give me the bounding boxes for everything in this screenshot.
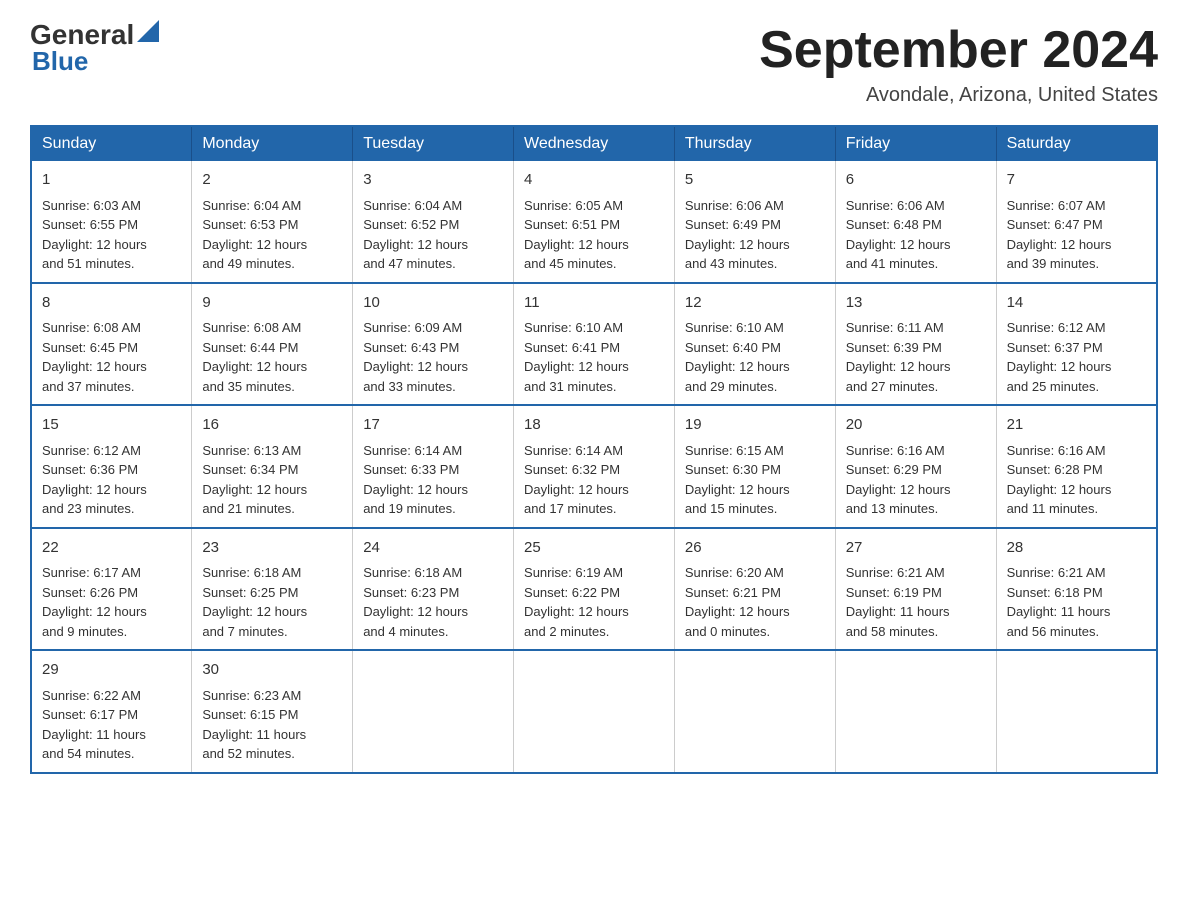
day-number: 23 <box>202 537 342 560</box>
day-number: 17 <box>363 414 503 437</box>
calendar-cell: 9 Sunrise: 6:08 AM Sunset: 6:44 PM Dayli… <box>192 283 353 406</box>
day-header-saturday: Saturday <box>996 126 1157 161</box>
day-number: 13 <box>846 292 986 315</box>
page-header: General Blue September 2024 Avondale, Ar… <box>30 20 1158 107</box>
logo-triangle-icon <box>137 20 159 42</box>
calendar-cell: 28 Sunrise: 6:21 AM Sunset: 6:18 PM Dayl… <box>996 528 1157 651</box>
calendar-cell: 2 Sunrise: 6:04 AM Sunset: 6:53 PM Dayli… <box>192 161 353 283</box>
day-number: 22 <box>42 537 181 560</box>
day-number: 29 <box>42 659 181 682</box>
calendar-cell: 30 Sunrise: 6:23 AM Sunset: 6:15 PM Dayl… <box>192 650 353 773</box>
day-number: 9 <box>202 292 342 315</box>
calendar-week-row: 22 Sunrise: 6:17 AM Sunset: 6:26 PM Dayl… <box>31 528 1157 651</box>
calendar-week-row: 1 Sunrise: 6:03 AM Sunset: 6:55 PM Dayli… <box>31 161 1157 283</box>
calendar-cell: 8 Sunrise: 6:08 AM Sunset: 6:45 PM Dayli… <box>31 283 192 406</box>
day-header-tuesday: Tuesday <box>353 126 514 161</box>
day-number: 16 <box>202 414 342 437</box>
day-header-sunday: Sunday <box>31 126 192 161</box>
day-number: 21 <box>1007 414 1146 437</box>
calendar-cell: 27 Sunrise: 6:21 AM Sunset: 6:19 PM Dayl… <box>835 528 996 651</box>
calendar-cell: 20 Sunrise: 6:16 AM Sunset: 6:29 PM Dayl… <box>835 405 996 528</box>
day-number: 8 <box>42 292 181 315</box>
calendar-cell: 24 Sunrise: 6:18 AM Sunset: 6:23 PM Dayl… <box>353 528 514 651</box>
calendar-cell: 25 Sunrise: 6:19 AM Sunset: 6:22 PM Dayl… <box>514 528 675 651</box>
calendar-cell: 4 Sunrise: 6:05 AM Sunset: 6:51 PM Dayli… <box>514 161 675 283</box>
calendar-header-row: SundayMondayTuesdayWednesdayThursdayFrid… <box>31 126 1157 161</box>
day-header-wednesday: Wednesday <box>514 126 675 161</box>
location: Avondale, Arizona, United States <box>759 84 1158 107</box>
day-number: 20 <box>846 414 986 437</box>
calendar-cell: 7 Sunrise: 6:07 AM Sunset: 6:47 PM Dayli… <box>996 161 1157 283</box>
calendar-cell: 14 Sunrise: 6:12 AM Sunset: 6:37 PM Dayl… <box>996 283 1157 406</box>
calendar-cell: 18 Sunrise: 6:14 AM Sunset: 6:32 PM Dayl… <box>514 405 675 528</box>
calendar-cell: 26 Sunrise: 6:20 AM Sunset: 6:21 PM Dayl… <box>674 528 835 651</box>
calendar-cell <box>674 650 835 773</box>
day-number: 26 <box>685 537 825 560</box>
day-number: 28 <box>1007 537 1146 560</box>
day-number: 25 <box>524 537 664 560</box>
day-number: 2 <box>202 169 342 192</box>
day-number: 27 <box>846 537 986 560</box>
calendar-week-row: 8 Sunrise: 6:08 AM Sunset: 6:45 PM Dayli… <box>31 283 1157 406</box>
day-number: 3 <box>363 169 503 192</box>
calendar-cell: 11 Sunrise: 6:10 AM Sunset: 6:41 PM Dayl… <box>514 283 675 406</box>
day-number: 30 <box>202 659 342 682</box>
calendar-cell <box>353 650 514 773</box>
day-number: 6 <box>846 169 986 192</box>
day-number: 7 <box>1007 169 1146 192</box>
day-header-thursday: Thursday <box>674 126 835 161</box>
calendar-cell: 12 Sunrise: 6:10 AM Sunset: 6:40 PM Dayl… <box>674 283 835 406</box>
logo: General Blue <box>30 20 159 75</box>
day-header-monday: Monday <box>192 126 353 161</box>
day-header-friday: Friday <box>835 126 996 161</box>
calendar-cell: 15 Sunrise: 6:12 AM Sunset: 6:36 PM Dayl… <box>31 405 192 528</box>
calendar-cell: 23 Sunrise: 6:18 AM Sunset: 6:25 PM Dayl… <box>192 528 353 651</box>
day-number: 19 <box>685 414 825 437</box>
logo-text-blue: Blue <box>32 47 88 76</box>
calendar-table: SundayMondayTuesdayWednesdayThursdayFrid… <box>30 125 1158 774</box>
calendar-cell: 6 Sunrise: 6:06 AM Sunset: 6:48 PM Dayli… <box>835 161 996 283</box>
calendar-cell: 29 Sunrise: 6:22 AM Sunset: 6:17 PM Dayl… <box>31 650 192 773</box>
day-number: 4 <box>524 169 664 192</box>
calendar-week-row: 15 Sunrise: 6:12 AM Sunset: 6:36 PM Dayl… <box>31 405 1157 528</box>
day-number: 10 <box>363 292 503 315</box>
calendar-cell: 10 Sunrise: 6:09 AM Sunset: 6:43 PM Dayl… <box>353 283 514 406</box>
calendar-week-row: 29 Sunrise: 6:22 AM Sunset: 6:17 PM Dayl… <box>31 650 1157 773</box>
calendar-cell: 19 Sunrise: 6:15 AM Sunset: 6:30 PM Dayl… <box>674 405 835 528</box>
title-section: September 2024 Avondale, Arizona, United… <box>759 20 1158 107</box>
day-number: 1 <box>42 169 181 192</box>
calendar-cell: 16 Sunrise: 6:13 AM Sunset: 6:34 PM Dayl… <box>192 405 353 528</box>
day-number: 18 <box>524 414 664 437</box>
day-number: 5 <box>685 169 825 192</box>
day-number: 11 <box>524 292 664 315</box>
calendar-cell <box>996 650 1157 773</box>
calendar-cell: 1 Sunrise: 6:03 AM Sunset: 6:55 PM Dayli… <box>31 161 192 283</box>
day-number: 12 <box>685 292 825 315</box>
calendar-cell: 3 Sunrise: 6:04 AM Sunset: 6:52 PM Dayli… <box>353 161 514 283</box>
calendar-cell <box>835 650 996 773</box>
calendar-cell: 21 Sunrise: 6:16 AM Sunset: 6:28 PM Dayl… <box>996 405 1157 528</box>
calendar-cell: 17 Sunrise: 6:14 AM Sunset: 6:33 PM Dayl… <box>353 405 514 528</box>
day-number: 14 <box>1007 292 1146 315</box>
day-number: 15 <box>42 414 181 437</box>
calendar-cell: 5 Sunrise: 6:06 AM Sunset: 6:49 PM Dayli… <box>674 161 835 283</box>
day-number: 24 <box>363 537 503 560</box>
calendar-cell <box>514 650 675 773</box>
month-title: September 2024 <box>759 20 1158 80</box>
calendar-cell: 22 Sunrise: 6:17 AM Sunset: 6:26 PM Dayl… <box>31 528 192 651</box>
calendar-cell: 13 Sunrise: 6:11 AM Sunset: 6:39 PM Dayl… <box>835 283 996 406</box>
